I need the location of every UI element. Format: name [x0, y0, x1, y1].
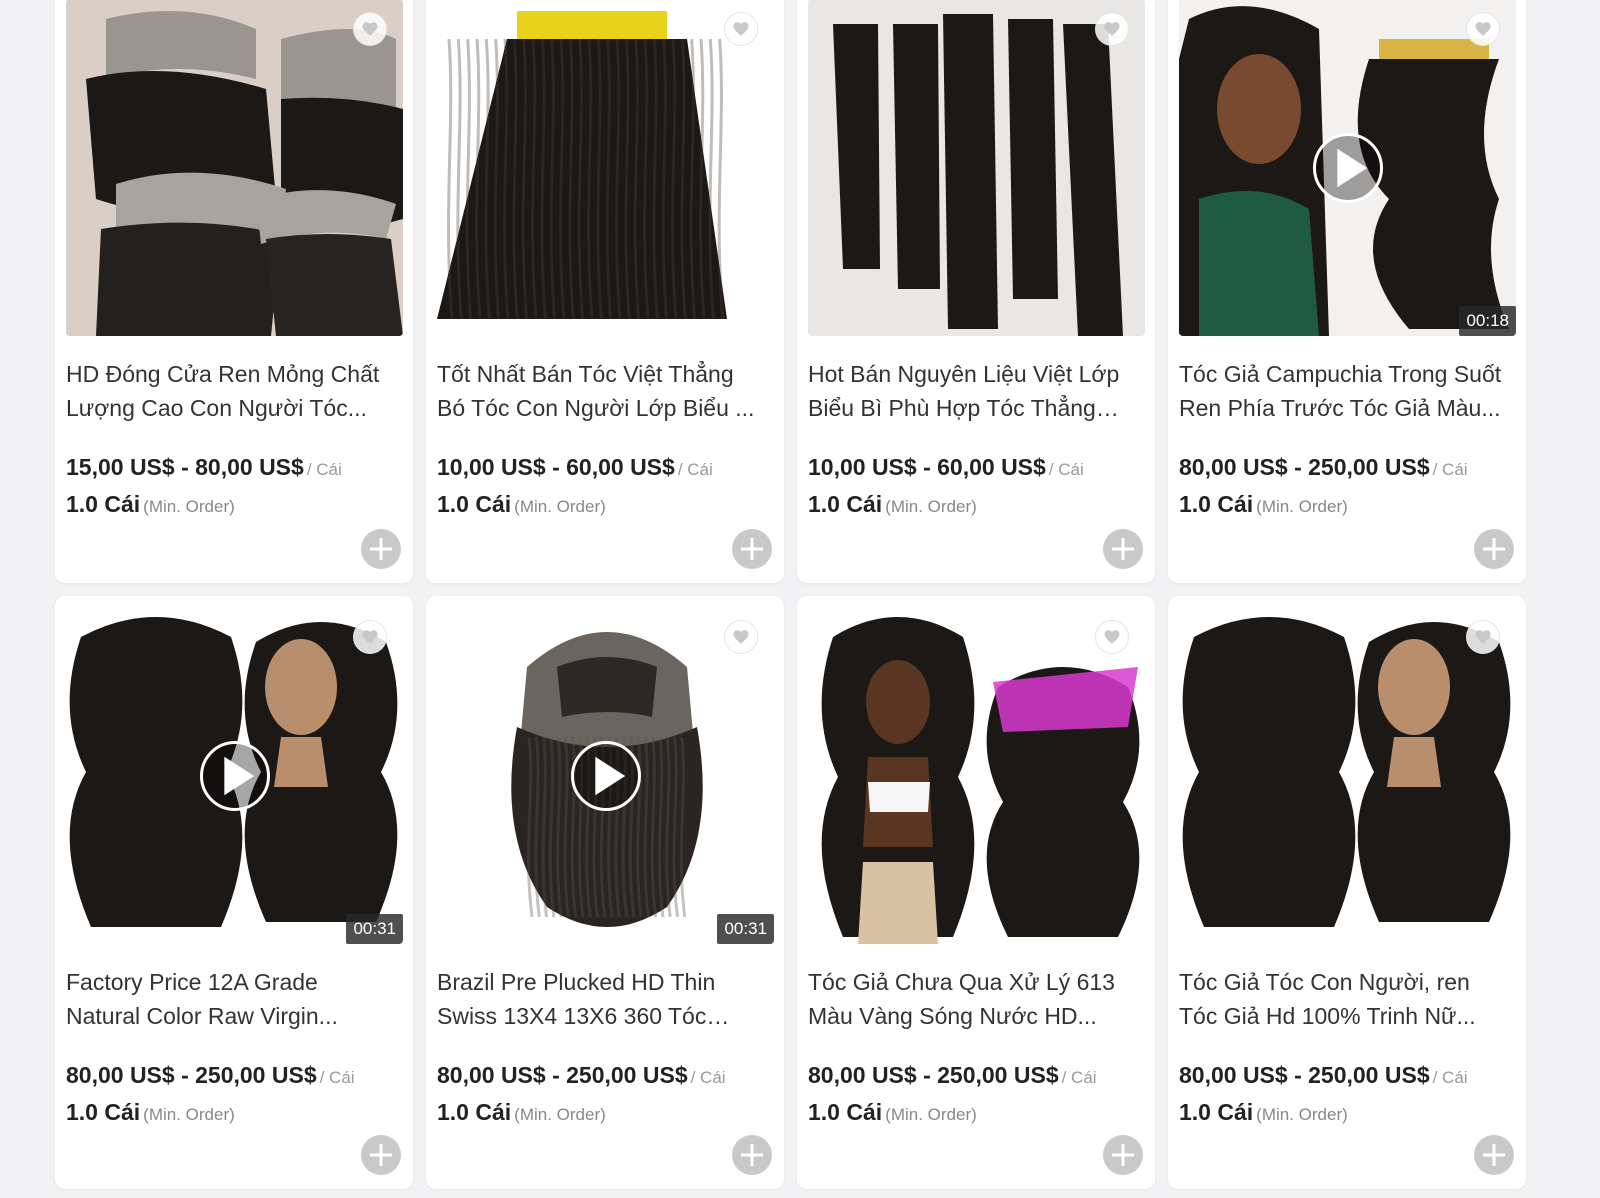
min-order-label: (Min. Order): [514, 497, 606, 516]
product-grid: HD Đóng Cửa Ren Mỏng Chất Lượng Cao Con …: [55, 0, 1526, 1189]
product-card[interactable]: Hot Bán Nguyên Liệu Việt Lớp Biểu Bì Phù…: [797, 0, 1155, 583]
price-unit: / Cái: [306, 460, 342, 479]
price-unit: / Cái: [1048, 460, 1084, 479]
product-image[interactable]: 00:18: [1179, 0, 1516, 336]
plus-icon[interactable]: [1103, 1135, 1143, 1175]
product-card[interactable]: 00:18 Tóc Giả Campuchia Trong Suốt Ren P…: [1168, 0, 1526, 583]
video-duration: 00:31: [346, 914, 403, 944]
price-unit: / Cái: [690, 1068, 726, 1087]
price-range: 80,00 US$ - 250,00 US$: [437, 1062, 688, 1088]
product-price: 80,00 US$ - 250,00 US$ / Cái: [808, 1062, 1097, 1089]
min-order: 1.0 Cái (Min. Order): [808, 491, 977, 518]
product-title[interactable]: Brazil Pre Plucked HD Thin Swiss 13X4 13…: [437, 965, 763, 1033]
product-price: 10,00 US$ - 60,00 US$ / Cái: [808, 454, 1084, 481]
product-price: 80,00 US$ - 250,00 US$ / Cái: [66, 1062, 355, 1089]
product-image[interactable]: [808, 0, 1145, 336]
video-duration: 00:18: [1459, 306, 1516, 336]
min-order-label: (Min. Order): [885, 497, 977, 516]
min-order: 1.0 Cái (Min. Order): [437, 491, 606, 518]
product-title[interactable]: Tốt Nhất Bán Tóc Việt Thẳng Bó Tóc Con N…: [437, 357, 763, 425]
min-order-value: 1.0 Cái: [1179, 1099, 1254, 1125]
price-unit: / Cái: [677, 460, 713, 479]
product-card[interactable]: HD Đóng Cửa Ren Mỏng Chất Lượng Cao Con …: [55, 0, 413, 583]
price-unit: / Cái: [1432, 1068, 1468, 1087]
min-order: 1.0 Cái (Min. Order): [1179, 1099, 1348, 1126]
min-order-value: 1.0 Cái: [808, 491, 883, 517]
price-unit: / Cái: [319, 1068, 355, 1087]
heart-icon[interactable]: [353, 620, 387, 654]
product-price: 80,00 US$ - 250,00 US$ / Cái: [1179, 454, 1468, 481]
heart-icon[interactable]: [1095, 12, 1129, 46]
heart-icon[interactable]: [724, 620, 758, 654]
product-title[interactable]: Tóc Giả Tóc Con Người, ren Tóc Giả Hd 10…: [1179, 965, 1505, 1033]
product-card[interactable]: Tốt Nhất Bán Tóc Việt Thẳng Bó Tóc Con N…: [426, 0, 784, 583]
min-order: 1.0 Cái (Min. Order): [437, 1099, 606, 1126]
min-order: 1.0 Cái (Min. Order): [66, 1099, 235, 1126]
product-image[interactable]: [66, 0, 403, 336]
price-range: 80,00 US$ - 250,00 US$: [66, 1062, 317, 1088]
min-order-value: 1.0 Cái: [808, 1099, 883, 1125]
heart-icon[interactable]: [724, 12, 758, 46]
product-image[interactable]: [437, 0, 774, 336]
min-order-label: (Min. Order): [1256, 497, 1348, 516]
min-order-value: 1.0 Cái: [1179, 491, 1254, 517]
min-order: 1.0 Cái (Min. Order): [66, 491, 235, 518]
product-title[interactable]: Hot Bán Nguyên Liệu Việt Lớp Biểu Bì Phù…: [808, 357, 1134, 425]
min-order: 1.0 Cái (Min. Order): [1179, 491, 1348, 518]
product-title[interactable]: HD Đóng Cửa Ren Mỏng Chất Lượng Cao Con …: [66, 357, 392, 425]
product-image[interactable]: 00:31: [437, 607, 774, 944]
product-image[interactable]: [808, 607, 1145, 944]
min-order: 1.0 Cái (Min. Order): [808, 1099, 977, 1126]
min-order-value: 1.0 Cái: [66, 491, 141, 517]
price-unit: / Cái: [1432, 460, 1468, 479]
min-order-label: (Min. Order): [143, 1105, 235, 1124]
product-image[interactable]: [1179, 607, 1516, 944]
min-order-label: (Min. Order): [143, 497, 235, 516]
product-image[interactable]: 00:31: [66, 607, 403, 944]
plus-icon[interactable]: [1103, 529, 1143, 569]
price-range: 80,00 US$ - 250,00 US$: [808, 1062, 1059, 1088]
heart-icon[interactable]: [1466, 620, 1500, 654]
min-order-label: (Min. Order): [1256, 1105, 1348, 1124]
plus-icon[interactable]: [1474, 529, 1514, 569]
play-icon[interactable]: [1312, 132, 1383, 203]
min-order-label: (Min. Order): [885, 1105, 977, 1124]
min-order-value: 1.0 Cái: [437, 491, 512, 517]
play-icon[interactable]: [199, 740, 270, 811]
price-range: 10,00 US$ - 60,00 US$: [808, 454, 1046, 480]
price-unit: / Cái: [1061, 1068, 1097, 1087]
video-duration: 00:31: [717, 914, 774, 944]
product-title[interactable]: Tóc Giả Campuchia Trong Suốt Ren Phía Tr…: [1179, 357, 1505, 425]
product-card[interactable]: Tóc Giả Tóc Con Người, ren Tóc Giả Hd 10…: [1168, 596, 1526, 1189]
heart-icon[interactable]: [1095, 620, 1129, 654]
plus-icon[interactable]: [732, 529, 772, 569]
heart-icon[interactable]: [353, 12, 387, 46]
play-icon[interactable]: [570, 740, 641, 811]
min-order-label: (Min. Order): [514, 1105, 606, 1124]
product-title[interactable]: Factory Price 12A Grade Natural Color Ra…: [66, 965, 392, 1033]
product-title[interactable]: Tóc Giả Chưa Qua Xử Lý 613 Màu Vàng Sóng…: [808, 965, 1134, 1033]
plus-icon[interactable]: [732, 1135, 772, 1175]
product-price: 80,00 US$ - 250,00 US$ / Cái: [1179, 1062, 1468, 1089]
min-order-value: 1.0 Cái: [66, 1099, 141, 1125]
product-card[interactable]: 00:31 Factory Price 12A Grade Natural Co…: [55, 596, 413, 1189]
price-range: 15,00 US$ - 80,00 US$: [66, 454, 304, 480]
product-card[interactable]: Tóc Giả Chưa Qua Xử Lý 613 Màu Vàng Sóng…: [797, 596, 1155, 1189]
min-order-value: 1.0 Cái: [437, 1099, 512, 1125]
product-card[interactable]: 00:31 Brazil Pre Plucked HD Thin Swiss 1…: [426, 596, 784, 1189]
plus-icon[interactable]: [1474, 1135, 1514, 1175]
plus-icon[interactable]: [361, 529, 401, 569]
product-price: 15,00 US$ - 80,00 US$ / Cái: [66, 454, 342, 481]
price-range: 80,00 US$ - 250,00 US$: [1179, 1062, 1430, 1088]
heart-icon[interactable]: [1466, 12, 1500, 46]
plus-icon[interactable]: [361, 1135, 401, 1175]
price-range: 10,00 US$ - 60,00 US$: [437, 454, 675, 480]
product-price: 80,00 US$ - 250,00 US$ / Cái: [437, 1062, 726, 1089]
price-range: 80,00 US$ - 250,00 US$: [1179, 454, 1430, 480]
product-price: 10,00 US$ - 60,00 US$ / Cái: [437, 454, 713, 481]
